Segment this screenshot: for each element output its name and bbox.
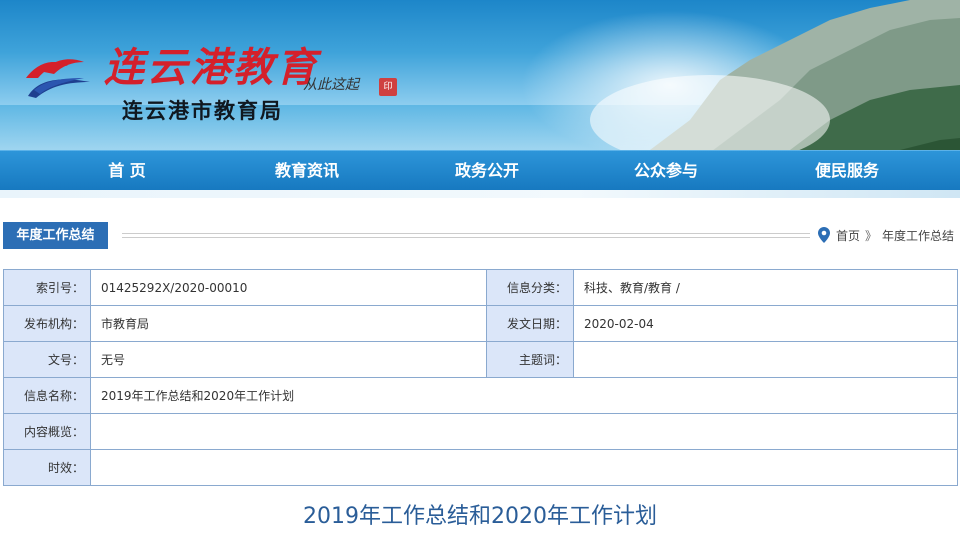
validity-label: 时效： — [3, 449, 91, 486]
nav-public-participation[interactable]: 公众参与 — [586, 151, 746, 191]
nav-education-news[interactable]: 教育资讯 — [227, 151, 387, 191]
publisher-value: 市教育局 — [90, 305, 487, 342]
info-name-label: 信息名称： — [3, 377, 91, 414]
nav-services[interactable]: 便民服务 — [767, 151, 927, 191]
breadcrumb-separator: 》 — [865, 229, 878, 243]
date-value: 2020-02-04 — [573, 305, 958, 342]
breadcrumb: 首页》年度工作总结 — [818, 226, 954, 246]
calligraphy-slogan: 从此这起 — [303, 77, 359, 93]
summary-label: 内容概览： — [3, 413, 91, 450]
logo-title[interactable]: 连云港教育 — [104, 44, 319, 92]
date-label: 发文日期： — [486, 305, 574, 342]
index-label: 索引号： — [3, 269, 91, 306]
table-row: 时效： — [3, 449, 958, 486]
publisher-label: 发布机构： — [3, 305, 91, 342]
doc-number-value: 无号 — [90, 341, 487, 378]
table-row: 文号： 无号 主题词： — [3, 341, 958, 378]
main-nav: 首 页 教育资讯 政务公开 公众参与 便民服务 — [0, 150, 960, 190]
location-pin-icon — [818, 227, 830, 243]
subject-label: 主题词： — [486, 341, 574, 378]
subject-value — [573, 341, 958, 378]
nav-government-affairs[interactable]: 政务公开 — [407, 151, 567, 191]
nav-underline-strip — [0, 190, 960, 198]
wave-bird-logo-icon — [26, 59, 90, 98]
article-title: 2019年工作总结和2020年工作计划 — [303, 504, 657, 529]
category-value: 科技、教育/教育 / — [573, 269, 958, 306]
document-info-table: 索引号： 01425292X/2020-00010 信息分类： 科技、教育/教育… — [3, 269, 958, 486]
section-tab: 年度工作总结 — [3, 222, 108, 249]
logo-subtitle: 连云港市教育局 — [122, 99, 283, 123]
summary-value — [90, 413, 958, 450]
index-value: 01425292X/2020-00010 — [90, 269, 487, 306]
table-row: 索引号： 01425292X/2020-00010 信息分类： 科技、教育/教育… — [3, 269, 958, 306]
table-row: 信息名称： 2019年工作总结和2020年工作计划 — [3, 377, 958, 414]
table-row: 内容概览： — [3, 413, 958, 450]
breadcrumb-home-link[interactable]: 首页 — [836, 229, 860, 243]
info-name-value: 2019年工作总结和2020年工作计划 — [90, 377, 958, 414]
header-banner: 连云港教育 连云港市教育局 从此这起 印 — [0, 0, 960, 150]
mountain-illustration — [590, 0, 960, 150]
section-divider — [122, 233, 810, 238]
nav-home[interactable]: 首 页 — [47, 151, 207, 191]
table-row: 发布机构： 市教育局 发文日期： 2020-02-04 — [3, 305, 958, 342]
breadcrumb-current: 年度工作总结 — [882, 229, 955, 243]
seal-stamp: 印 — [379, 78, 397, 96]
validity-value — [90, 449, 958, 486]
category-label: 信息分类： — [486, 269, 574, 306]
doc-number-label: 文号： — [3, 341, 91, 378]
